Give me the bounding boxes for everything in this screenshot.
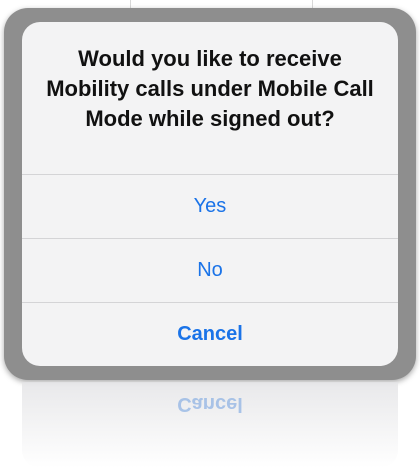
alert-reflection: Cancel — [22, 382, 398, 468]
yes-button[interactable]: Yes — [22, 175, 398, 237]
screen: F Would you like to receive Mobility cal… — [0, 0, 420, 468]
alert-message: Would you like to receive Mobility calls… — [46, 46, 374, 131]
no-button[interactable]: No — [22, 239, 398, 301]
reflection-text: Cancel — [177, 393, 243, 415]
reflection-divider — [22, 382, 398, 383]
cancel-button[interactable]: Cancel — [22, 303, 398, 365]
alert-dialog: Would you like to receive Mobility calls… — [22, 22, 398, 366]
